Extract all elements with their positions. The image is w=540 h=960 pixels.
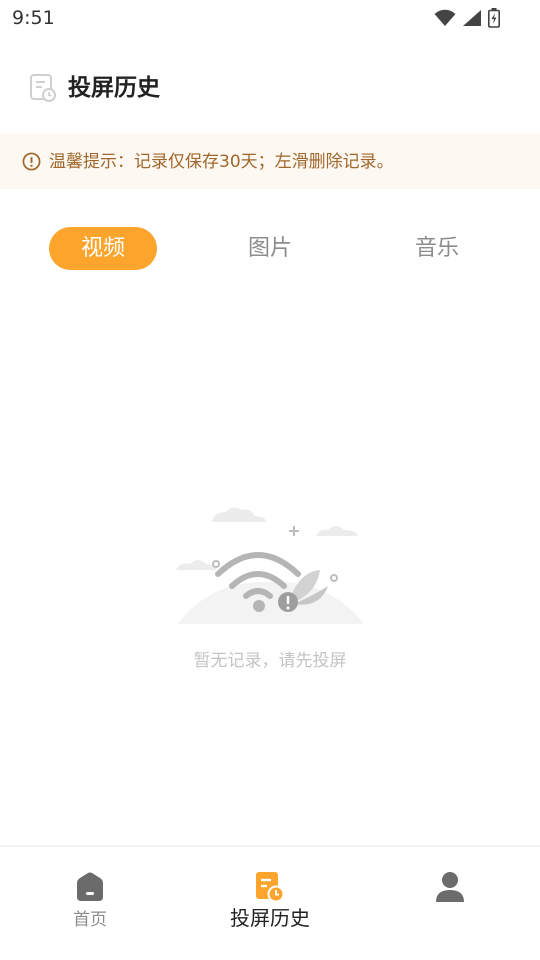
status-bar: 9:51: [0, 0, 540, 36]
nav-profile[interactable]: [360, 847, 540, 947]
tab-music[interactable]: 音乐: [383, 227, 491, 270]
status-icons: [434, 8, 500, 28]
history-icon: [256, 872, 285, 903]
tab-video[interactable]: 视频: [49, 227, 157, 270]
nav-home-label: 首页: [73, 910, 107, 930]
nav-home[interactable]: 首页: [0, 847, 180, 947]
tip-text: 温馨提示：记录仅保存30天；左滑删除记录。: [49, 151, 394, 172]
cell-signal-icon: [463, 10, 481, 26]
bottom-nav: 首页 投屏历史: [0, 845, 540, 960]
nav-history[interactable]: 投屏历史: [180, 847, 360, 947]
app-header: 投屏历史: [0, 56, 540, 120]
profile-icon: [436, 872, 464, 902]
empty-state-text: 暂无记录，请先投屏: [193, 651, 347, 671]
battery-icon: [488, 8, 500, 28]
no-connection-illustration: [176, 507, 364, 624]
home-icon: [77, 872, 103, 901]
info-icon: [22, 152, 41, 171]
wifi-icon: [434, 9, 456, 26]
status-time: 9:51: [12, 7, 55, 29]
page-title: 投屏历史: [68, 75, 160, 101]
history-doc-icon: [30, 74, 56, 102]
tip-banner: 温馨提示：记录仅保存30天；左滑删除记录。: [0, 134, 540, 189]
media-tabs: 视频 图片 音乐: [0, 227, 540, 271]
tab-image[interactable]: 图片: [216, 227, 324, 270]
nav-history-label: 投屏历史: [230, 906, 310, 930]
